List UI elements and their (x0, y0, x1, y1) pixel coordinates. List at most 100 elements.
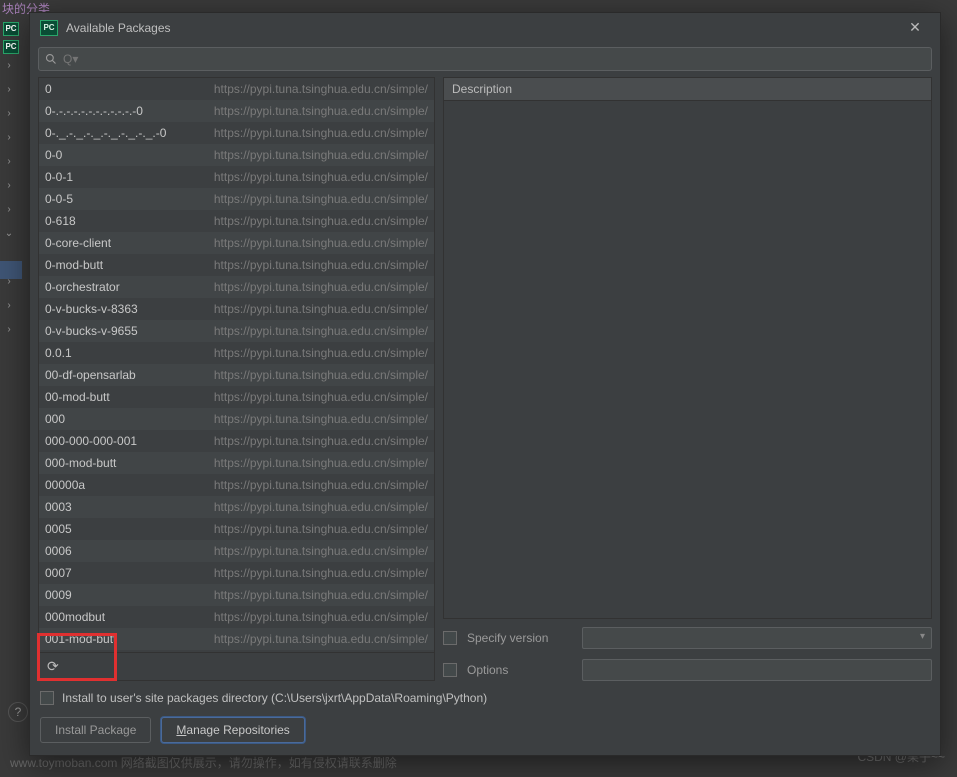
options-input[interactable] (582, 659, 932, 681)
package-name: 0-v-bucks-v-9655 (45, 324, 195, 338)
install-package-button[interactable]: Install Package (40, 717, 151, 743)
chevron-right-icon[interactable]: › (0, 300, 18, 314)
chevron-right-icon[interactable]: › (0, 156, 18, 170)
chevron-right-icon[interactable]: › (0, 132, 18, 146)
package-name: 000modbut (45, 610, 195, 624)
package-row[interactable]: 000-000-000-001https://pypi.tuna.tsinghu… (39, 430, 434, 452)
help-icon[interactable]: ? (8, 702, 28, 722)
package-row[interactable]: 00-mod-butthttps://pypi.tuna.tsinghua.ed… (39, 386, 434, 408)
package-repo-url: https://pypi.tuna.tsinghua.edu.cn/simple… (195, 148, 428, 162)
spacer (0, 252, 18, 266)
package-repo-url: https://pypi.tuna.tsinghua.edu.cn/simple… (195, 456, 428, 470)
package-repo-url: https://pypi.tuna.tsinghua.edu.cn/simple… (195, 500, 428, 514)
package-repo-url: https://pypi.tuna.tsinghua.edu.cn/simple… (195, 610, 428, 624)
package-name: 0-v-bucks-v-8363 (45, 302, 195, 316)
package-row[interactable]: 0-._.-._.-._.-._.-._.-._.-0https://pypi.… (39, 122, 434, 144)
package-row[interactable]: 0-618https://pypi.tuna.tsinghua.edu.cn/s… (39, 210, 434, 232)
package-name: 000-000-000-001 (45, 434, 195, 448)
package-repo-url: https://pypi.tuna.tsinghua.edu.cn/simple… (195, 126, 428, 140)
chevron-right-icon[interactable]: › (0, 180, 18, 194)
package-row[interactable]: 0-orchestratorhttps://pypi.tuna.tsinghua… (39, 276, 434, 298)
description-header: Description (443, 77, 932, 100)
package-row[interactable]: 0007https://pypi.tuna.tsinghua.edu.cn/si… (39, 562, 434, 584)
package-name: 0-orchestrator (45, 280, 195, 294)
package-name: 0-618 (45, 214, 195, 228)
package-repo-url: https://pypi.tuna.tsinghua.edu.cn/simple… (195, 302, 428, 316)
install-site-row: Install to user's site packages director… (40, 691, 930, 705)
dialog-footer: Install to user's site packages director… (30, 685, 940, 755)
package-repo-url: https://pypi.tuna.tsinghua.edu.cn/simple… (195, 566, 428, 580)
package-row[interactable]: 001-mod-butthttps://pypi.tuna.tsinghua.e… (39, 628, 434, 650)
chevron-right-icon[interactable]: › (0, 60, 18, 74)
package-name: 0006 (45, 544, 195, 558)
package-repo-url: https://pypi.tuna.tsinghua.edu.cn/simple… (195, 104, 428, 118)
package-row[interactable]: 0006https://pypi.tuna.tsinghua.edu.cn/si… (39, 540, 434, 562)
chevron-right-icon[interactable]: › (0, 204, 18, 218)
pycharm-icon: PC (3, 22, 19, 36)
package-row[interactable]: 0https://pypi.tuna.tsinghua.edu.cn/simpl… (39, 78, 434, 100)
search-input-wrap[interactable] (38, 47, 932, 71)
package-repo-url: https://pypi.tuna.tsinghua.edu.cn/simple… (195, 324, 428, 338)
package-row[interactable]: 0-0-1https://pypi.tuna.tsinghua.edu.cn/s… (39, 166, 434, 188)
package-repo-url: https://pypi.tuna.tsinghua.edu.cn/simple… (195, 632, 428, 646)
version-select[interactable] (582, 627, 932, 649)
package-list-pane: 0https://pypi.tuna.tsinghua.edu.cn/simpl… (38, 77, 435, 681)
chevron-right-icon[interactable]: › (0, 276, 18, 290)
package-row[interactable]: 00000ahttps://pypi.tuna.tsinghua.edu.cn/… (39, 474, 434, 496)
package-row[interactable]: 0-core-clienthttps://pypi.tuna.tsinghua.… (39, 232, 434, 254)
search-row (30, 43, 940, 75)
dialog-title: Available Packages (66, 21, 900, 35)
package-row[interactable]: 0-0https://pypi.tuna.tsinghua.edu.cn/sim… (39, 144, 434, 166)
chevron-right-icon[interactable]: › (0, 84, 18, 98)
package-name: 0-mod-butt (45, 258, 195, 272)
package-repo-url: https://pypi.tuna.tsinghua.edu.cn/simple… (195, 412, 428, 426)
package-row[interactable]: 0-0-5https://pypi.tuna.tsinghua.edu.cn/s… (39, 188, 434, 210)
package-list-toolbar: ⟳ (38, 653, 435, 681)
package-row[interactable]: 0-.-.-.-.-.-.-.-.-.-.-.-0https://pypi.tu… (39, 100, 434, 122)
package-row[interactable]: 0-mod-butthttps://pypi.tuna.tsinghua.edu… (39, 254, 434, 276)
package-repo-url: https://pypi.tuna.tsinghua.edu.cn/simple… (195, 478, 428, 492)
package-repo-url: https://pypi.tuna.tsinghua.edu.cn/simple… (195, 280, 428, 294)
package-row[interactable]: 000https://pypi.tuna.tsinghua.edu.cn/sim… (39, 408, 434, 430)
package-list[interactable]: 0https://pypi.tuna.tsinghua.edu.cn/simpl… (38, 77, 435, 653)
package-row[interactable]: 000-mod-butthttps://pypi.tuna.tsinghua.e… (39, 452, 434, 474)
chevron-right-icon[interactable]: › (0, 108, 18, 122)
package-row[interactable]: 0003https://pypi.tuna.tsinghua.edu.cn/si… (39, 496, 434, 518)
package-repo-url: https://pypi.tuna.tsinghua.edu.cn/simple… (195, 434, 428, 448)
chevron-right-icon[interactable]: › (0, 324, 18, 338)
close-icon[interactable]: ✕ (900, 16, 930, 40)
package-name: 0-0-5 (45, 192, 195, 206)
package-repo-url: https://pypi.tuna.tsinghua.edu.cn/simple… (195, 346, 428, 360)
package-row[interactable]: 0-v-bucks-v-8363https://pypi.tuna.tsingh… (39, 298, 434, 320)
search-icon (45, 53, 57, 65)
package-row[interactable]: 0.0.1https://pypi.tuna.tsinghua.edu.cn/s… (39, 342, 434, 364)
install-site-checkbox[interactable] (40, 691, 54, 705)
reload-icon[interactable]: ⟳ (47, 658, 59, 675)
description-pane: Description Specify version Options (443, 77, 932, 681)
package-name: 0.0.1 (45, 346, 195, 360)
specify-version-row: Specify version (443, 627, 932, 649)
package-repo-url: https://pypi.tuna.tsinghua.edu.cn/simple… (195, 522, 428, 536)
package-name: 00-mod-butt (45, 390, 195, 404)
options-row: Options (443, 659, 932, 681)
package-row[interactable]: 0-v-bucks-v-9655https://pypi.tuna.tsingh… (39, 320, 434, 342)
package-repo-url: https://pypi.tuna.tsinghua.edu.cn/simple… (195, 390, 428, 404)
search-input[interactable] (57, 52, 925, 66)
package-row[interactable]: 0009https://pypi.tuna.tsinghua.edu.cn/si… (39, 584, 434, 606)
pycharm-icon: PC (40, 20, 58, 36)
package-repo-url: https://pypi.tuna.tsinghua.edu.cn/simple… (195, 588, 428, 602)
manage-repositories-button[interactable]: Manage Repositories (161, 717, 304, 743)
options-checkbox[interactable] (443, 663, 457, 677)
available-packages-dialog: PC Available Packages ✕ 0https://pypi.tu… (29, 12, 941, 756)
package-name: 0-._.-._.-._.-._.-._.-._.-0 (45, 126, 195, 140)
chevron-down-icon[interactable]: ⌄ (0, 228, 18, 242)
package-row[interactable]: 000modbuthttps://pypi.tuna.tsinghua.edu.… (39, 606, 434, 628)
specify-version-checkbox[interactable] (443, 631, 457, 645)
package-repo-url: https://pypi.tuna.tsinghua.edu.cn/simple… (195, 214, 428, 228)
package-row[interactable]: 0005https://pypi.tuna.tsinghua.edu.cn/si… (39, 518, 434, 540)
titlebar: PC Available Packages ✕ (30, 13, 940, 43)
package-name: 0-core-client (45, 236, 195, 250)
package-row[interactable]: 00-df-opensarlabhttps://pypi.tuna.tsingh… (39, 364, 434, 386)
package-name: 0007 (45, 566, 195, 580)
package-repo-url: https://pypi.tuna.tsinghua.edu.cn/simple… (195, 192, 428, 206)
